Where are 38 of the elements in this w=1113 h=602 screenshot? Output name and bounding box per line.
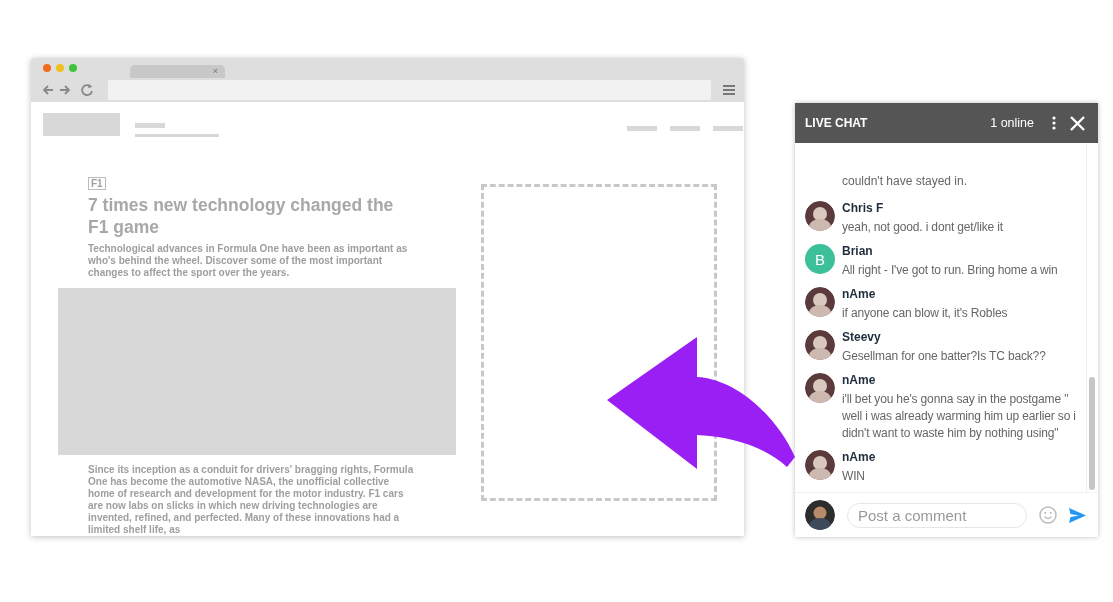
category-tag: F1 [88, 177, 106, 190]
message-text: couldn't have stayed in. [841, 174, 969, 188]
message-text: Gesellman for one batter?Is TC back?? [842, 348, 1047, 365]
message-text: WIN [842, 468, 866, 485]
author-name: Chris F [842, 201, 885, 215]
author-name: Brian [842, 244, 874, 258]
send-icon[interactable] [1069, 507, 1086, 523]
article-headline: 7 times new technology changed the F1 game [88, 194, 395, 238]
menu-icon[interactable] [723, 84, 735, 96]
avatar-icon [805, 450, 835, 480]
close-icon[interactable] [1070, 115, 1085, 131]
message-text: i'll bet you he's gonna say in the postgame " well i was already warming him up earlier so i didn't want to waste him by nothing using" [842, 391, 1077, 442]
article-body: Since its inception as a conduit for drivers' bragging rights, Formula One has become the automotive NASA, the unofficial collective home of research and development for the motor industry. F1 cars are now labs on slicks in which new driving technologies are invented, refined, and perfected. Many of these innovations had a limited shelf life, as [88, 464, 415, 536]
chat-title: LIVE CHAT [805, 116, 868, 130]
avatar-icon [805, 373, 835, 403]
user-avatar-icon [805, 500, 835, 530]
message-text: yeah, not good. i dont get/like it [842, 219, 1004, 236]
navigation-icons[interactable] [42, 83, 96, 97]
message-text: if anyone can blow it, it's Robles [842, 305, 1009, 322]
comment-field[interactable]: Post a comment [847, 502, 1027, 528]
author-name: Steevy [842, 330, 882, 344]
online-count: 1 online [990, 116, 1034, 130]
message-text: All right - I've got to run. Bring home a win [842, 262, 1059, 279]
avatar-icon [805, 330, 835, 360]
emoji-icon[interactable] [1039, 506, 1057, 524]
author-name: nAme [842, 373, 877, 387]
author-name: nAme [842, 287, 877, 301]
close-tab-button[interactable]: × [212, 67, 218, 76]
title-placeholder [135, 123, 165, 128]
browser-tab[interactable]: × [130, 65, 225, 78]
avatar-icon [805, 287, 835, 317]
scrollbar-thumb[interactable] [1089, 377, 1095, 490]
avatar: B [805, 244, 835, 274]
avatar-icon [805, 201, 835, 231]
more-options-icon[interactable] [1052, 116, 1056, 130]
author-name: nAme [842, 450, 877, 464]
article-summary: Technological advances in Formula One have been as important as who's behind the wheel. Discover some of the most important changes to affect the sport over the years. [88, 243, 409, 279]
window-controls-icon[interactable] [43, 64, 77, 72]
